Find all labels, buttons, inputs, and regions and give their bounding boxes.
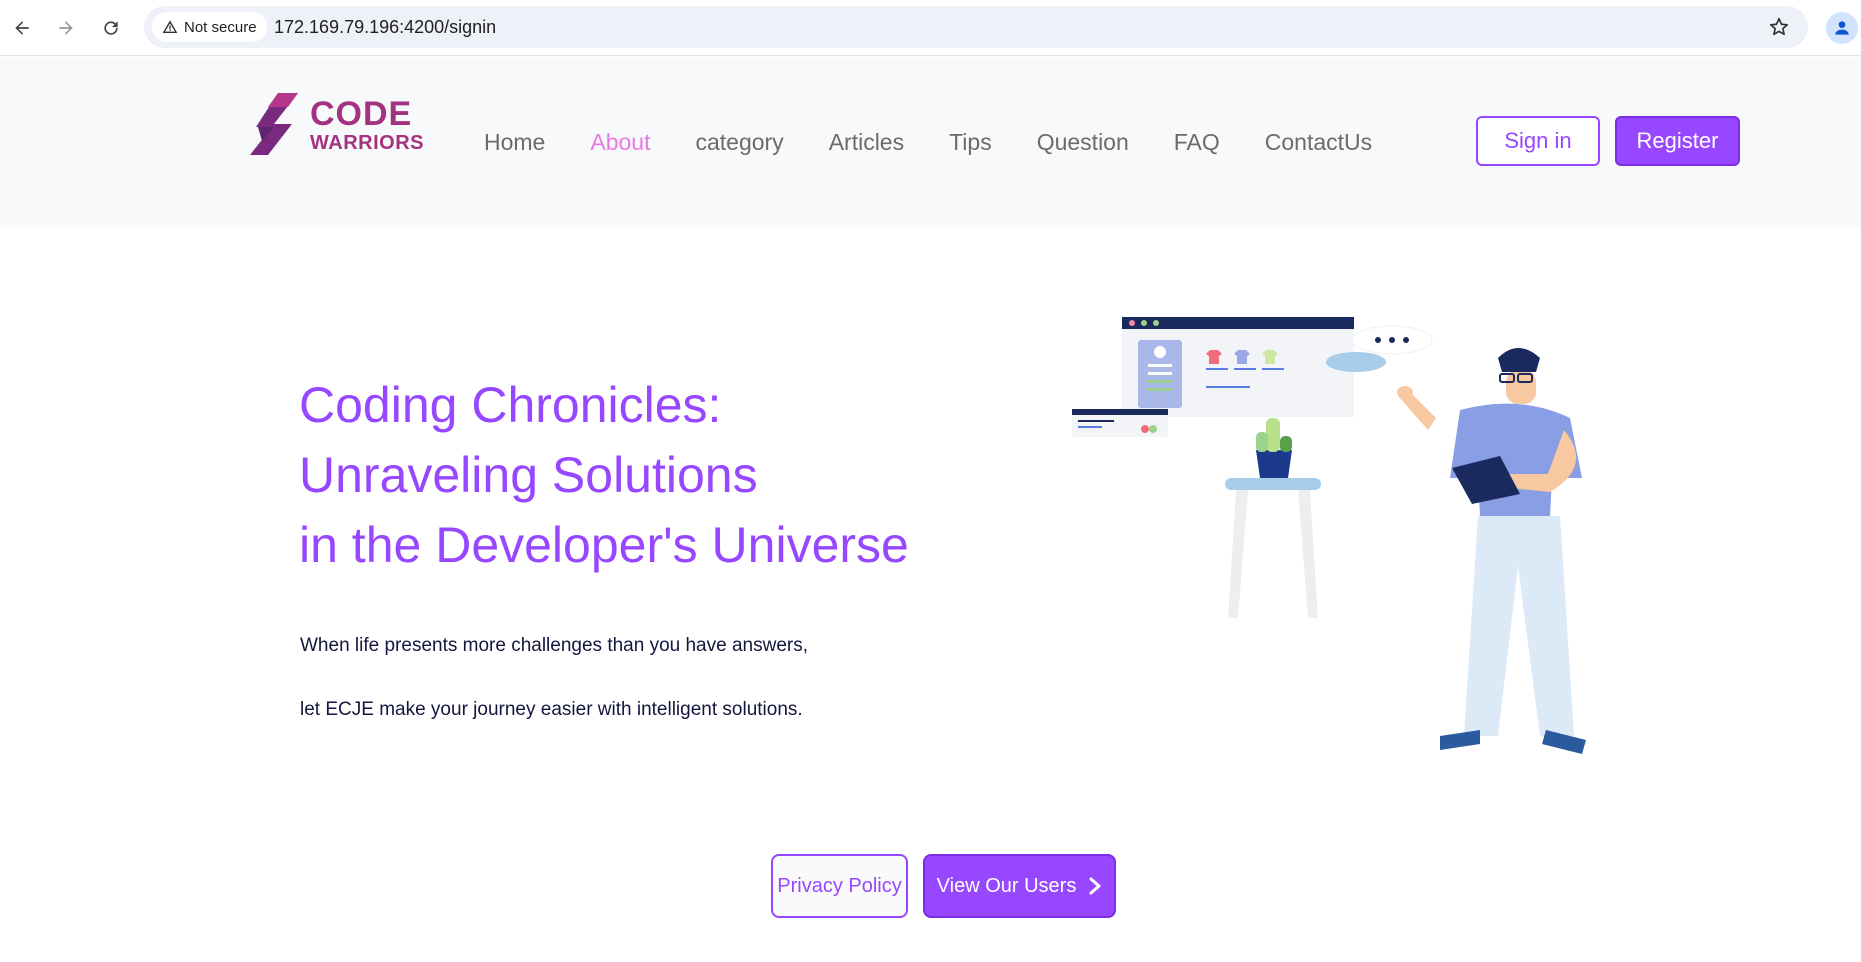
hero-title-line1: Coding Chronicles: <box>299 377 722 433</box>
site-header: CODE WARRIORS Home About category Articl… <box>0 57 1861 227</box>
url-text[interactable]: 172.169.79.196:4200/signin <box>274 17 496 38</box>
forward-icon[interactable] <box>50 12 82 44</box>
view-users-button[interactable]: View Our Users <box>923 854 1116 918</box>
hero-subtitle: When life presents more challenges than … <box>300 614 808 742</box>
view-users-label: View Our Users <box>936 874 1077 897</box>
security-label: Not secure <box>184 18 257 36</box>
logo-line1: CODE <box>310 95 413 133</box>
hero-title: Coding Chronicles: Unraveling Solutions … <box>299 370 909 580</box>
developer-illustration <box>1072 317 1586 754</box>
nav-articles[interactable]: Articles <box>829 129 904 156</box>
chevron-right-icon <box>1089 877 1101 895</box>
profile-icon[interactable] <box>1826 12 1858 44</box>
register-button[interactable]: Register <box>1615 116 1740 166</box>
hero-title-line3: in the Developer's Universe <box>299 517 909 573</box>
privacy-policy-button[interactable]: Privacy Policy <box>771 854 908 918</box>
nav-tips[interactable]: Tips <box>949 129 992 156</box>
address-bar[interactable]: Not secure 172.169.79.196:4200/signin <box>144 6 1808 48</box>
logo-mark-icon <box>250 93 298 155</box>
nav-home[interactable]: Home <box>484 129 545 156</box>
logo[interactable]: CODE WARRIORS <box>248 91 438 159</box>
nav-faq[interactable]: FAQ <box>1174 129 1220 156</box>
logo-line2: WARRIORS <box>310 132 424 154</box>
reload-icon[interactable] <box>95 12 127 44</box>
main-nav: Home About category Articles Tips Questi… <box>484 129 1417 156</box>
back-icon[interactable] <box>6 12 38 44</box>
security-chip[interactable]: Not secure <box>152 12 267 42</box>
nav-question[interactable]: Question <box>1037 129 1129 156</box>
browser-toolbar: Not secure 172.169.79.196:4200/signin <box>0 0 1861 56</box>
star-icon[interactable] <box>1768 16 1790 38</box>
nav-contactus[interactable]: ContactUs <box>1265 129 1372 156</box>
hero-subtitle-line2: let ECJE make your journey easier with i… <box>300 699 803 720</box>
signin-button[interactable]: Sign in <box>1476 116 1600 166</box>
nav-category[interactable]: category <box>695 129 783 156</box>
hero-title-line2: Unraveling Solutions <box>299 447 758 503</box>
warning-icon <box>162 20 178 33</box>
hero-subtitle-line1: When life presents more challenges than … <box>300 635 808 656</box>
nav-about[interactable]: About <box>590 129 650 156</box>
